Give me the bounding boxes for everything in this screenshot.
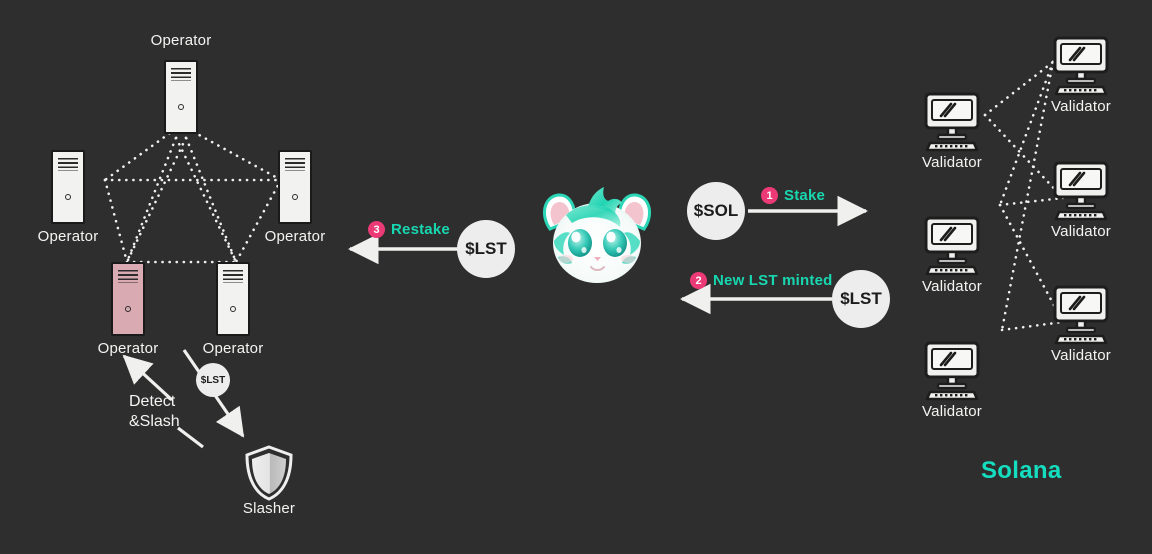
operator-node-5[interactable]: Operator	[203, 262, 263, 357]
server-vents-icon	[118, 270, 138, 283]
validator-icon	[921, 216, 983, 276]
cat-mascot-icon	[542, 187, 652, 283]
server-tower-icon	[164, 60, 198, 134]
operator-node-1[interactable]: Operator	[151, 32, 211, 134]
solana-brand-label: Solana	[981, 457, 1062, 484]
slash-text: &Slash	[129, 413, 180, 430]
validator-label: Validator	[1051, 347, 1111, 364]
operator-node-4[interactable]: Operator	[98, 262, 158, 357]
diagram-canvas: Operator Operator Operator Operator Oper…	[0, 0, 1152, 554]
monitor-keyboard-icon	[1053, 161, 1109, 221]
operator-node-3[interactable]: Operator	[265, 150, 325, 245]
server-vents-icon	[223, 270, 243, 283]
operator-label: Operator	[202, 340, 264, 357]
validator-label: Validator	[922, 154, 982, 171]
operator-label: Operator	[264, 228, 326, 245]
step-label-1: Stake	[784, 187, 826, 204]
step-badge-3: 3	[368, 221, 385, 238]
validator-node-4[interactable]: Validator	[921, 216, 983, 295]
server-tower-icon	[278, 150, 312, 224]
step-label-3: Restake	[391, 221, 450, 238]
monitor-keyboard-icon	[924, 92, 980, 152]
validator-icon	[921, 341, 983, 401]
validator-label: Validator	[922, 403, 982, 420]
sol-token[interactable]: $SOL	[687, 182, 745, 240]
power-button-icon	[65, 194, 71, 200]
slasher-label: Slasher	[242, 500, 296, 517]
slasher-node[interactable]	[243, 444, 295, 502]
power-button-icon	[292, 194, 298, 200]
operator-label: Operator	[37, 228, 99, 245]
validator-label: Validator	[1051, 98, 1111, 115]
validator-node-3[interactable]: Validator	[1050, 161, 1112, 240]
server-tower-icon	[216, 262, 250, 336]
power-button-icon	[125, 306, 131, 312]
operator-label: Operator	[97, 340, 159, 357]
operator-mesh	[103, 123, 283, 264]
monitor-keyboard-icon	[924, 341, 980, 401]
validator-node-6[interactable]: Validator	[921, 341, 983, 420]
step-label-2: New LST minted	[713, 272, 833, 289]
step-3-restake: 3 Restake	[368, 221, 450, 238]
lst-token-restake[interactable]: $LST	[457, 220, 515, 278]
monitor-keyboard-icon	[1053, 285, 1109, 345]
monitor-keyboard-icon	[1053, 36, 1109, 96]
validator-label: Validator	[922, 278, 982, 295]
server-vents-icon	[171, 68, 191, 81]
cat-mascot	[536, 185, 658, 289]
validator-node-2[interactable]: Validator	[921, 92, 983, 171]
validator-icon	[1050, 161, 1112, 221]
server-tower-icon	[51, 150, 85, 224]
step-2-new-lst-minted: 2 New LST minted	[690, 272, 832, 289]
slash-arrow-segment	[177, 426, 204, 449]
operator-node-2[interactable]: Operator	[38, 150, 98, 245]
validator-icon	[1050, 285, 1112, 345]
step-1-stake: 1 Stake	[761, 187, 825, 204]
detect-slash-label: Detect &Slash	[129, 392, 180, 432]
shield-icon	[245, 445, 293, 501]
server-tower-icon	[111, 262, 145, 336]
server-vents-icon	[285, 158, 305, 171]
server-vents-icon	[58, 158, 78, 171]
validator-node-1[interactable]: Validator	[1050, 36, 1112, 115]
step-badge-1: 1	[761, 187, 778, 204]
operator-label: Operator	[150, 32, 212, 49]
validator-icon	[921, 92, 983, 152]
validator-node-5[interactable]: Validator	[1050, 285, 1112, 364]
step-badge-2: 2	[690, 272, 707, 289]
power-button-icon	[230, 306, 236, 312]
monitor-keyboard-icon	[924, 216, 980, 276]
validator-label: Validator	[1051, 223, 1111, 240]
lst-token-slash[interactable]: $LST	[196, 363, 230, 397]
detect-text: Detect	[129, 393, 176, 410]
lst-token-minted[interactable]: $LST	[832, 270, 890, 328]
validator-icon	[1050, 36, 1112, 96]
power-button-icon	[178, 104, 184, 110]
